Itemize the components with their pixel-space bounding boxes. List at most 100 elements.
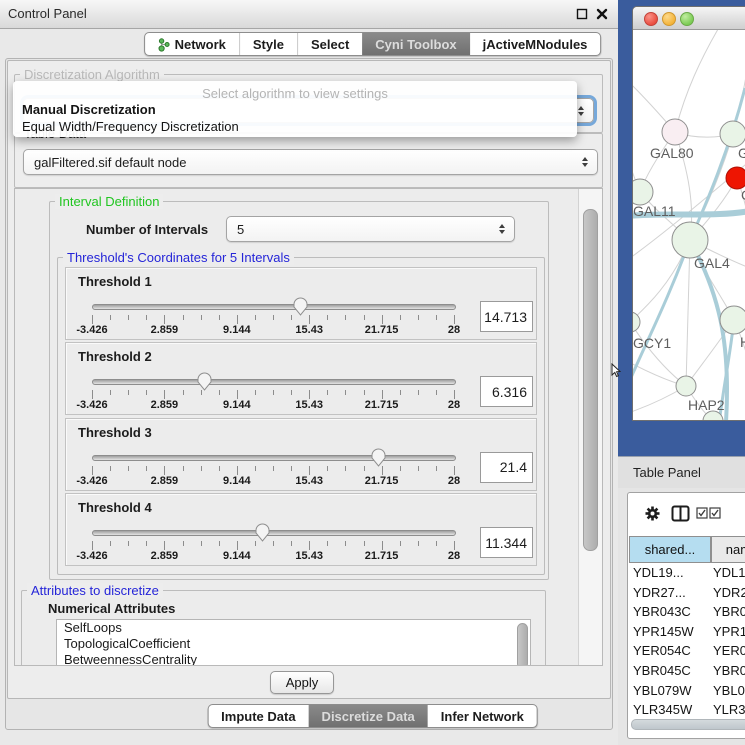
tab-style[interactable]: Style [239,33,297,55]
slider-thumb[interactable] [255,523,270,542]
attribute-list-item[interactable]: SelfLoops [57,620,530,636]
zoom-window-icon[interactable] [680,12,694,26]
table-panel-title: Table Panel [633,465,701,480]
slider-tick [436,315,437,320]
number-of-intervals-combobox[interactable]: 5 [226,216,515,242]
float-panel-icon[interactable] [576,8,588,20]
attribute-list-item[interactable]: BetweennessCentrality [57,652,530,666]
slider-track[interactable] [92,304,456,310]
table-row[interactable]: YBL079WYBL079W [628,681,745,701]
threshold-value-field[interactable]: 14.713 [480,301,533,332]
slider-tick [309,390,310,399]
network-node-green[interactable] [676,376,696,396]
cell-name: YPR145W [713,624,745,639]
slider-tick [146,315,147,320]
network-node-green[interactable] [633,179,653,205]
control-panel-tabs: Network Style Select Cyni Toolbox jActiv… [144,32,602,56]
slider-tick [128,315,129,320]
attribute-list-item[interactable]: TopologicalCoefficient [57,636,530,652]
slider-track[interactable] [92,379,456,385]
tab-discretize-data[interactable]: Discretize Data [309,705,428,727]
network-node-red[interactable] [726,167,745,189]
table-row[interactable]: YBR043CYBR043C [628,602,745,622]
table-data-combobox[interactable]: galFiltered.sif default node [23,149,598,175]
network-node-pink[interactable] [662,119,688,145]
numerical-attributes-label: Numerical Attributes [48,601,175,616]
slider-thumb[interactable] [371,448,386,467]
number-of-intervals-label: Number of Intervals [86,222,208,237]
table-row[interactable]: YDR27...YDR27 [628,583,745,603]
slider-scale-label: 28 [448,475,460,487]
slider-tick [345,390,346,395]
tab-infer-network[interactable]: Infer Network [428,705,537,727]
settings-scrollbar-thumb[interactable] [583,209,598,551]
table-row[interactable]: YBR045CYBR045C [628,661,745,681]
table-row[interactable]: YPR145WYPR145W [628,622,745,642]
table-row[interactable]: YLR345WYLR345W [628,700,745,715]
threshold-value-field[interactable]: 21.4 [480,452,533,483]
slider-scale-label: -3.426 [76,475,107,487]
minimize-window-icon[interactable] [662,12,676,26]
network-node-green[interactable] [720,306,745,334]
settings-scrollbar-track[interactable] [578,189,602,665]
slider-tick [92,390,93,399]
table-row[interactable]: YDL19...YDL19 [628,563,745,583]
slider-tick [255,541,256,546]
close-window-icon[interactable] [644,12,658,26]
split-columns-icon[interactable] [671,505,690,522]
slider-tick [400,541,401,546]
combo-arrows-icon [499,224,505,234]
table-settings-gear-icon[interactable] [644,505,661,522]
tab-select[interactable]: Select [297,33,362,55]
column-header-shared-name[interactable]: shared... [629,536,711,563]
tab-cyni-toolbox[interactable]: Cyni Toolbox [362,33,469,55]
panel-title: Control Panel [8,6,87,21]
slider-thumb[interactable] [197,372,212,391]
popup-option-equal-width-frequency[interactable]: Equal Width/Frequency Discretization [22,119,239,134]
slider-thumb[interactable] [293,297,308,316]
checkbox-icon-2[interactable] [709,507,721,519]
slider-tick [164,390,165,399]
network-canvas[interactable]: GAL80GACGAL11GAL4GCY1HHAP2 [633,30,745,420]
slider-tick [291,541,292,546]
tab-network[interactable]: Network [145,33,239,55]
popup-option-manual-discretization[interactable]: Manual Discretization [22,102,156,117]
tab-jactivemnodules[interactable]: jActiveMNodules [470,33,601,55]
slider-ticks [92,390,455,399]
slider-tick [291,315,292,320]
threshold-value-field[interactable]: 11.344 [480,527,533,558]
slider-tick [454,541,455,550]
slider-tick [454,466,455,475]
apply-button[interactable]: Apply [270,671,334,694]
cell-shared-name: YLR345W [633,702,692,715]
slider-track[interactable] [92,530,456,536]
network-edge[interactable] [686,240,690,386]
slider-scale-label: 9.144 [223,550,251,562]
network-edge[interactable] [633,240,690,392]
slider-track[interactable] [92,455,456,461]
network-edge[interactable] [675,30,721,132]
table-hscrollbar-thumb[interactable] [631,719,745,730]
numerical-attributes-list[interactable]: SelfLoopsTopologicalCoefficientBetweenne… [56,619,531,666]
slider-ticks [92,466,455,475]
slider-tick [255,315,256,320]
slider-tick [164,466,165,475]
checkbox-icon-1[interactable] [696,507,708,519]
network-node-green[interactable] [720,121,745,147]
slider-tick [364,466,365,471]
close-panel-icon[interactable] [596,8,608,20]
network-node-green[interactable] [672,222,708,258]
table-row[interactable]: YER054CYER054C [628,641,745,661]
slider-tick [273,390,274,395]
slider-tick [400,466,401,471]
list-scrollbar-thumb[interactable] [517,623,528,666]
column-header-name[interactable]: name [711,536,745,563]
algorithm-group-title: Discretization Algorithm [20,67,164,82]
threshold-value-field[interactable]: 6.316 [480,376,533,407]
network-node-green[interactable] [633,312,640,332]
slider-scale-label: 21.715 [365,324,399,336]
network-window-titlebar[interactable] [633,7,745,30]
tab-impute-data[interactable]: Impute Data [208,705,308,727]
slider-scale-label: 9.144 [223,475,251,487]
threshold-label: Threshold 4 [78,500,152,515]
